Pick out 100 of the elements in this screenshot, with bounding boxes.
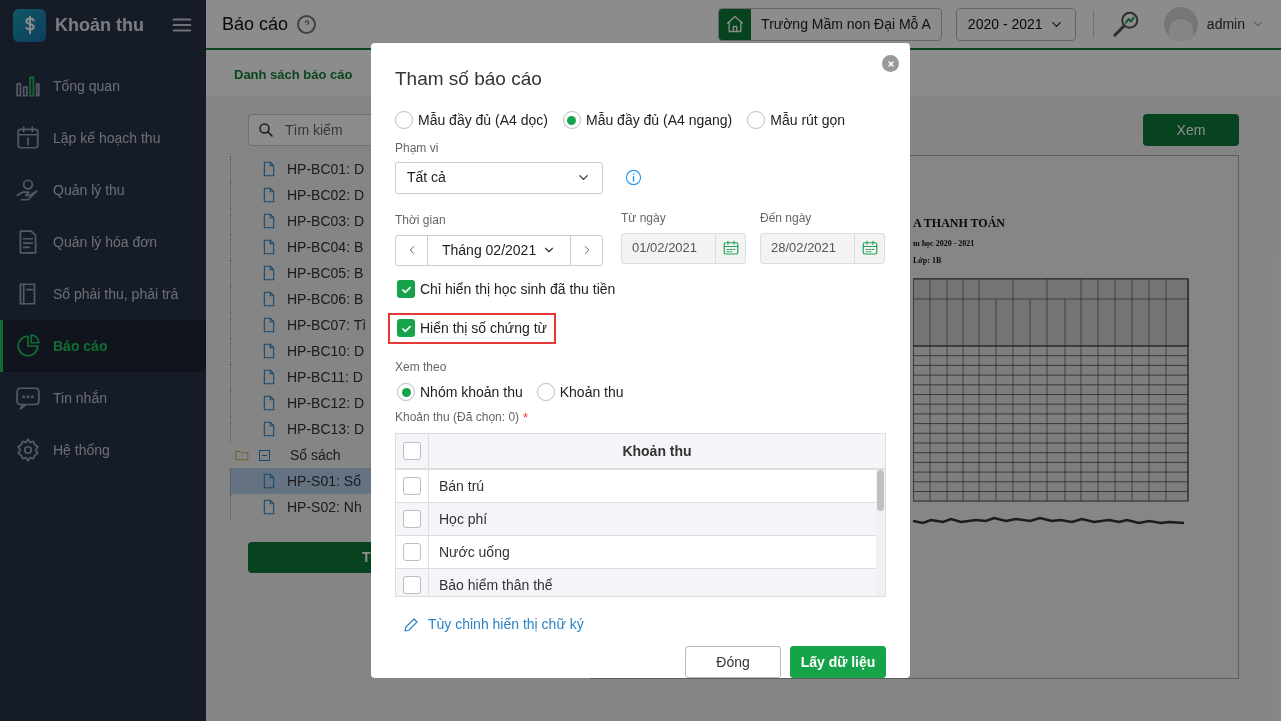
checkbox[interactable] <box>403 510 421 528</box>
report-heading: Lớp: 1B <box>913 255 943 267</box>
select-all-checkbox[interactable] <box>403 442 421 460</box>
settings-icon <box>15 437 41 463</box>
school-name: Trường Mầm non Đại Mỗ A <box>760 14 932 34</box>
sidebar-label: Lập kế hoạch thu <box>53 128 161 148</box>
sidebar-item[interactable]: Lập kế hoạch thu <box>0 112 206 164</box>
sidebar-item[interactable]: Hệ thống <box>0 424 206 476</box>
close-icon[interactable] <box>882 55 899 72</box>
tab[interactable]: Danh sách báo cáo <box>224 64 363 96</box>
folder-icon <box>235 448 249 462</box>
radio-label: Mẫu đầy đủ (A4 dọc) <box>418 110 548 130</box>
primary-button[interactable]: T <box>248 542 371 573</box>
sidebar-label: Tổng quan <box>53 76 120 96</box>
sidebar-item[interactable]: Báo cáo <box>0 320 206 372</box>
report-heading: m học 2020 - 2021 <box>913 238 976 250</box>
calendar-icon <box>721 239 740 257</box>
sidebar-label: Quản lý thu <box>53 180 125 200</box>
report-heading: A THANH TOÁN <box>913 215 1007 232</box>
table-cell-text: Bảo hiểm thân thể <box>438 575 553 595</box>
submit-button[interactable]: Lấy dữ liệu <box>790 646 886 678</box>
checkbox-label: Hiển thị số chứng từ <box>420 318 547 338</box>
scope-select[interactable]: Tất cả <box>395 161 603 194</box>
search-chart-icon[interactable] <box>1110 9 1141 39</box>
date-field[interactable]: 01/02/2021 <box>621 232 746 264</box>
radio-label: Nhóm khoản thu <box>420 382 523 402</box>
radio-button[interactable] <box>747 111 766 129</box>
tree-folder-label[interactable]: Sổ sách <box>290 444 341 466</box>
file-icon <box>261 186 277 204</box>
sidebar-item[interactable]: Quản lý thu <box>0 164 206 216</box>
table-cell-text: Học phí <box>438 509 488 529</box>
sidebar-item[interactable]: Tin nhắn <box>0 372 206 424</box>
checkbox[interactable] <box>403 543 421 561</box>
sidebar-item[interactable]: Quản lý hóa đơn <box>0 216 206 268</box>
sidebar-label: Báo cáo <box>53 336 108 356</box>
checkbox[interactable] <box>397 280 415 298</box>
checkbox[interactable] <box>403 576 421 594</box>
table-cell-text: Bán trú <box>438 476 485 496</box>
signature-link[interactable]: Tùy chỉnh hiển thị chữ ký <box>428 614 584 635</box>
chat-icon <box>15 385 41 411</box>
file-icon <box>261 290 277 308</box>
checkbox[interactable] <box>403 477 421 495</box>
sidebar-item[interactable]: Sổ phải thu, phải trả <box>0 268 206 320</box>
file-icon <box>261 472 277 490</box>
radio-label: Mẫu rút gọn <box>770 110 845 130</box>
sidebar-label: Hệ thống <box>53 440 110 460</box>
close-button[interactable]: Đóng <box>685 646 781 678</box>
month-picker[interactable]: Tháng 02/2021 <box>395 234 603 266</box>
radio-button[interactable] <box>397 383 415 401</box>
field-label: Từ ngày <box>621 209 667 227</box>
house-icon <box>719 8 752 40</box>
info-icon[interactable] <box>625 169 642 186</box>
file-icon <box>261 420 277 438</box>
page-title: Báo cáo <box>222 12 289 36</box>
scrollbar[interactable] <box>876 470 885 596</box>
file-icon <box>261 238 277 256</box>
field-label: Khoản thu (Đã chọn: 0) <box>395 409 520 427</box>
required-mark: * <box>523 408 529 427</box>
table-cell-text: Nước uống <box>438 542 510 562</box>
year-select[interactable]: 2020 - 2021 <box>955 7 1076 41</box>
radio-button[interactable] <box>395 111 413 129</box>
field-label: Phạm vi <box>395 139 440 157</box>
file-icon <box>261 212 277 230</box>
file-icon <box>261 368 277 386</box>
checkbox-label: Chỉ hiển thị học sinh đã thu tiền <box>420 279 616 299</box>
file-icon <box>261 342 277 360</box>
tree-item[interactable]: HP-S01: Sổ <box>230 468 371 494</box>
pie-chart-icon <box>15 333 41 359</box>
search-icon <box>257 121 275 139</box>
calendar-icon <box>860 239 879 257</box>
file-icon <box>261 498 277 516</box>
sidebar-label: Quản lý hóa đơn <box>53 232 158 252</box>
view-button[interactable]: Xem <box>1143 114 1239 146</box>
radio-button[interactable] <box>562 111 581 129</box>
sidebar-label: Tin nhắn <box>53 388 107 408</box>
app-title: Khoản thu <box>55 13 145 37</box>
radio-label: Khoản thu <box>559 382 624 402</box>
collapse-icon[interactable] <box>259 449 270 461</box>
sidebar-label: Sổ phải thu, phải trả <box>53 284 179 304</box>
file-icon <box>261 264 277 282</box>
file-icon <box>261 160 277 178</box>
column-header: Khoản thu <box>621 441 693 461</box>
radio-button[interactable] <box>536 383 555 401</box>
school-selector[interactable]: Trường Mầm non Đại Mỗ A <box>718 7 942 41</box>
field-label: Thời gian <box>395 211 447 229</box>
calendar-icon <box>15 125 41 151</box>
checkbox[interactable] <box>397 319 415 337</box>
help-icon[interactable] <box>297 14 317 34</box>
dollar-logo-icon <box>13 8 46 42</box>
bar-chart-icon <box>15 73 41 99</box>
file-icon <box>261 394 277 412</box>
file-icon <box>261 316 277 334</box>
radio-label: Mẫu đầy đủ (A4 ngang) <box>585 110 733 130</box>
date-field[interactable]: 28/02/2021 <box>760 232 885 264</box>
sidebar-item[interactable]: Tổng quan <box>0 60 206 112</box>
dialog-title: Tham số báo cáo <box>395 67 542 91</box>
user-name[interactable]: admin <box>1206 13 1245 35</box>
field-label: Đến ngày <box>760 209 813 227</box>
search-field[interactable]: Tìm kiếm <box>248 114 371 146</box>
field-label: Xem theo <box>395 358 448 376</box>
